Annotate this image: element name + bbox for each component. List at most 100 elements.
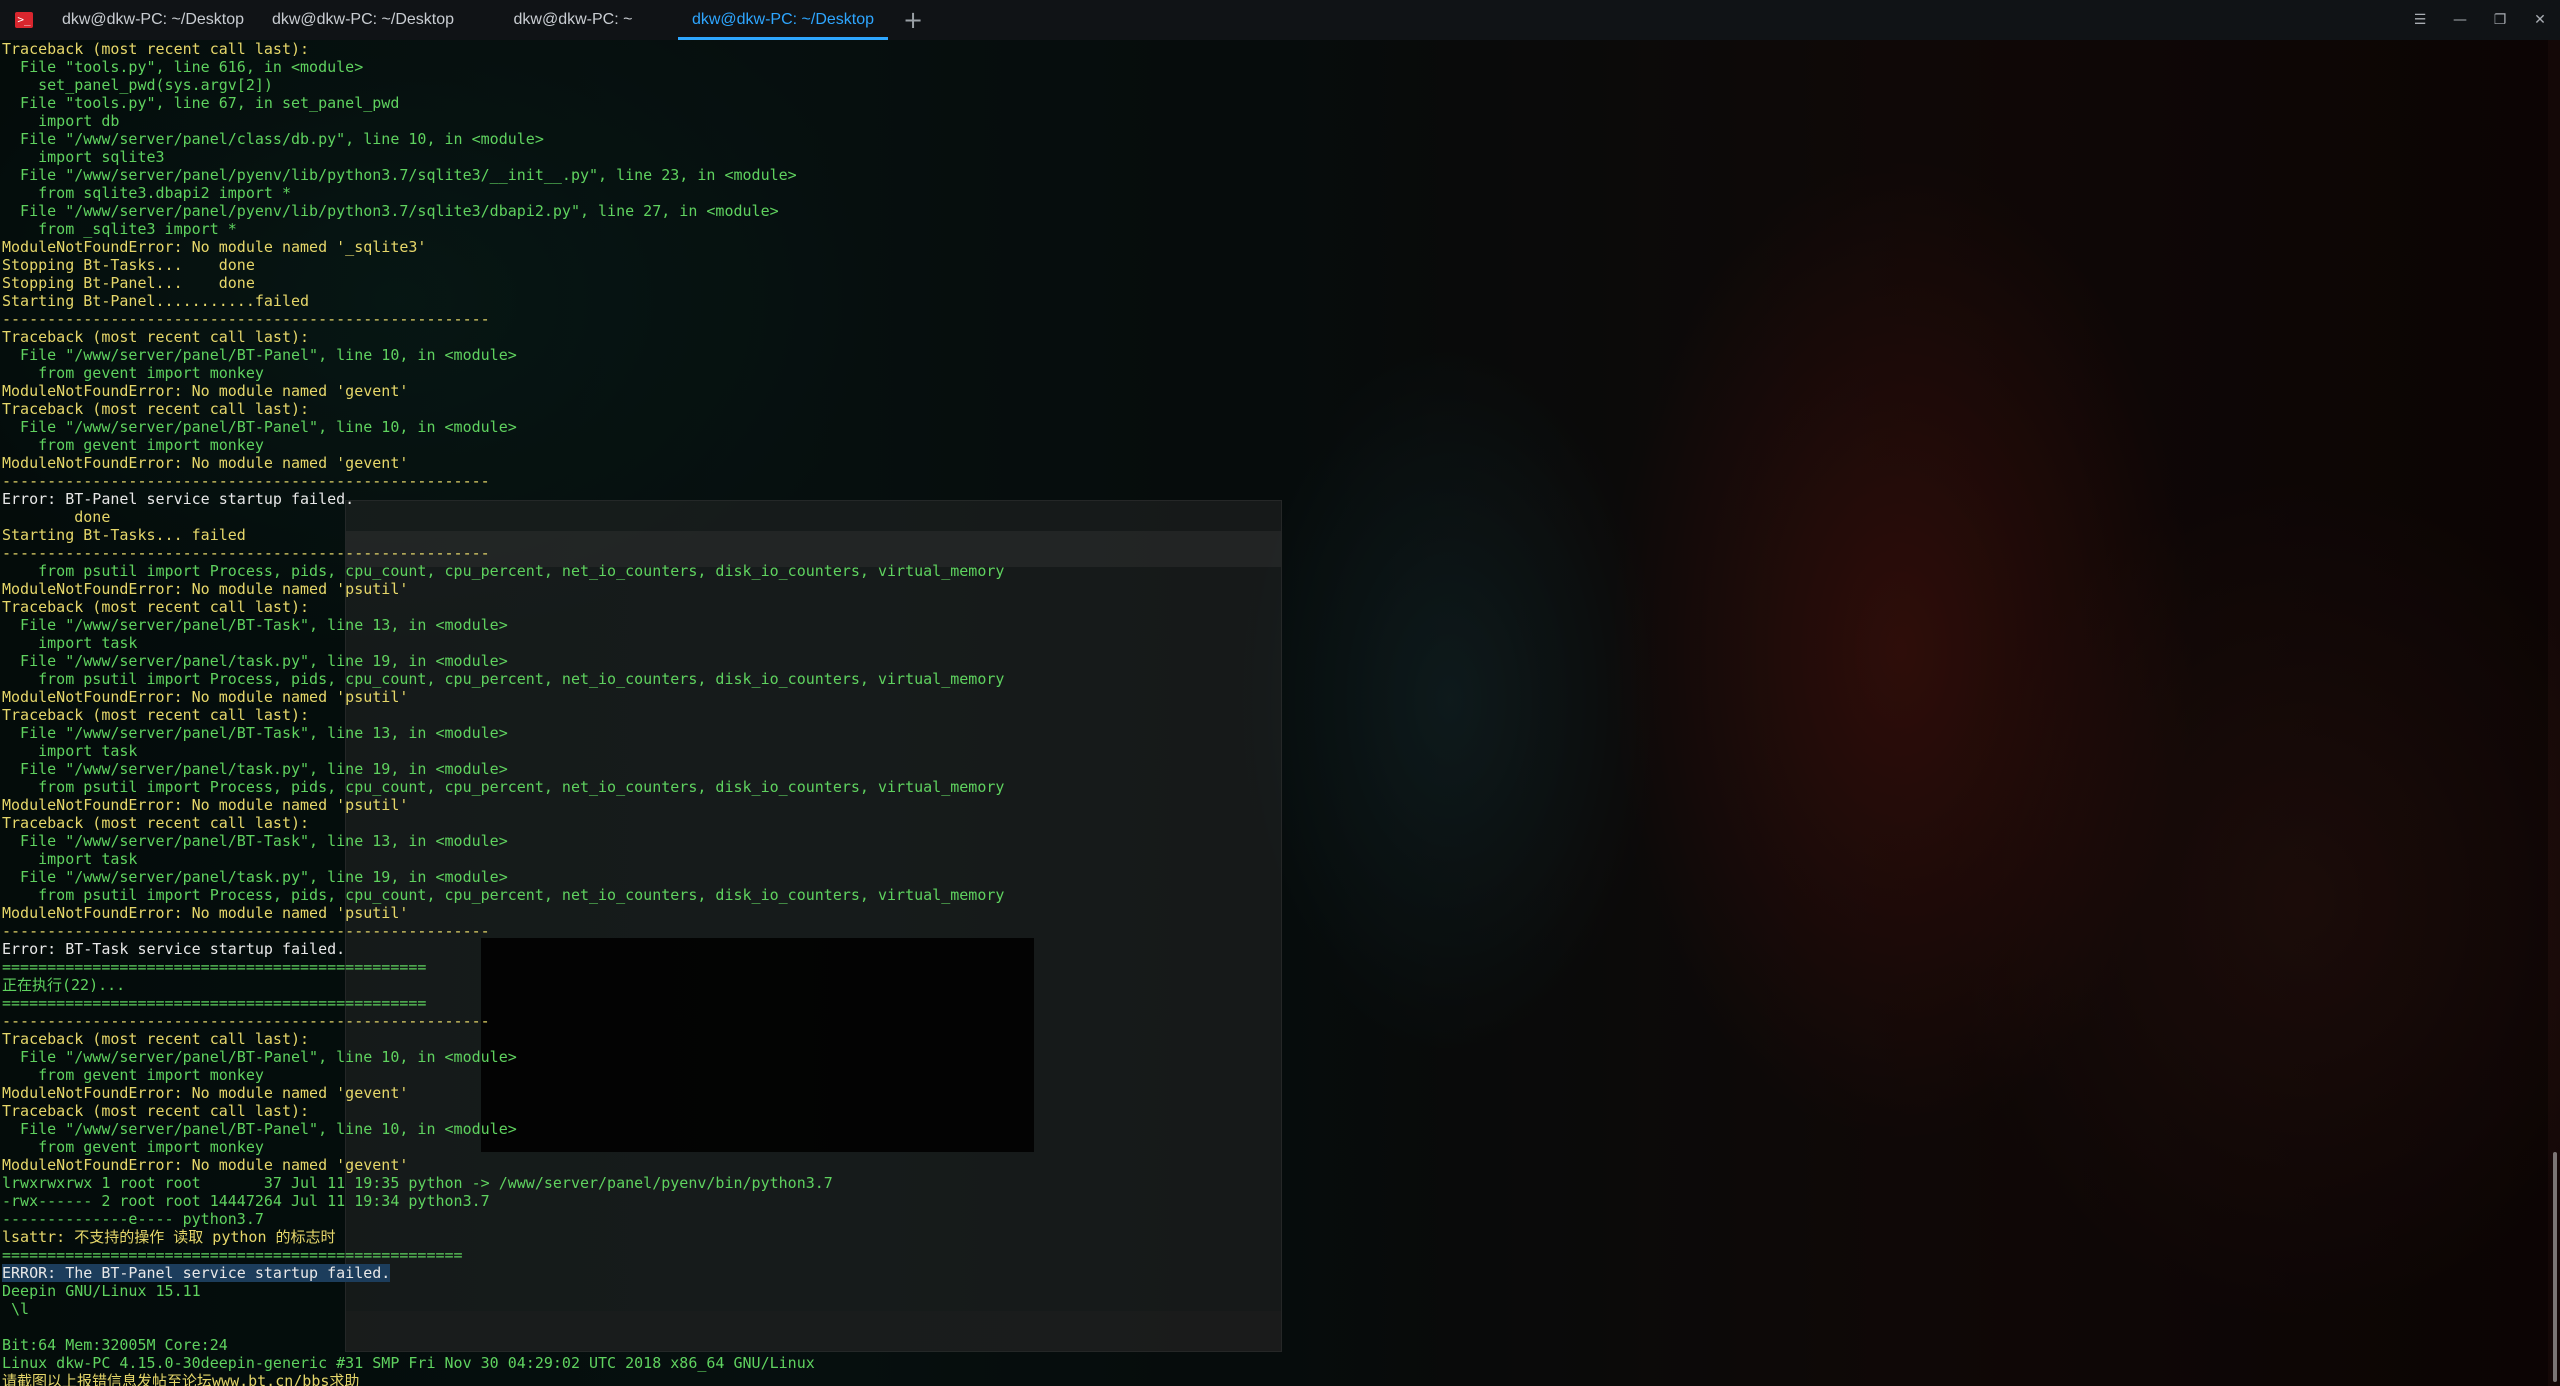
terminal-line: from gevent import monkey (2, 436, 264, 454)
terminal-line: Stopping Bt-Tasks... done (2, 256, 255, 274)
terminal-line: Error: BT-Panel service startup failed. (2, 490, 355, 508)
terminal-text[interactable]: Traceback (most recent call last): File … (0, 40, 2548, 1386)
terminal-line: Traceback (most recent call last): (2, 40, 310, 58)
terminal-line: File "tools.py", line 67, in set_panel_p… (2, 94, 400, 112)
terminal-line: File "/www/server/panel/BT-Task", line 1… (2, 724, 508, 742)
terminal-line: File "/www/server/panel/BT-Panel", line … (2, 346, 517, 364)
terminal-line: ModuleNotFoundError: No module named 'ps… (2, 688, 409, 706)
terminal-line: ERROR: The BT-Panel service startup fail… (2, 1264, 391, 1282)
terminal-line: ModuleNotFoundError: No module named 'ps… (2, 580, 409, 598)
minimize-button[interactable]: — (2440, 0, 2480, 40)
terminal-line: Traceback (most recent call last): (2, 328, 310, 346)
terminal-line: Starting Bt-Panel...........failed (2, 292, 310, 310)
terminal-line: File "/www/server/panel/BT-Panel", line … (2, 1048, 517, 1066)
tab-label: dkw@dkw-PC: ~ (513, 11, 633, 28)
terminal-line: Traceback (most recent call last): (2, 1102, 310, 1120)
terminal-line: lsattr: 不支持的操作 读取 python 的标志时 (2, 1228, 336, 1246)
terminal-line: 请截图以上报错信息发帖至论坛www.bt.cn/bbs求助 (2, 1372, 360, 1386)
terminal-line: import db (2, 112, 120, 130)
restore-icon: ❐ (2493, 12, 2507, 28)
terminal-line: Starting Bt-Tasks... failed (2, 526, 246, 544)
terminal-line: Stopping Bt-Panel... done (2, 274, 255, 292)
window-controls: ☰ — ❐ ✕ (2400, 0, 2560, 40)
terminal-scrollbar[interactable] (2548, 40, 2560, 1386)
terminal-line: import task (2, 742, 138, 760)
close-button[interactable]: ✕ (2520, 0, 2560, 40)
terminal-line: from _sqlite3 import * (2, 220, 237, 238)
terminal-line: -rwx------ 2 root root 14447264 Jul 11 1… (2, 1192, 490, 1210)
terminal-line: Traceback (most recent call last): (2, 814, 310, 832)
tab-home[interactable]: dkw@dkw-PC: ~ (468, 0, 678, 40)
terminal-line: ModuleNotFoundError: No module named 'ge… (2, 454, 409, 472)
add-tab-button[interactable]: + (888, 0, 938, 40)
terminal-line: from gevent import monkey (2, 364, 264, 382)
terminal-line: File "/www/server/panel/task.py", line 1… (2, 760, 508, 778)
terminal-line: Deepin GNU/Linux 15.11 (2, 1282, 201, 1300)
terminal-line: ========================================… (2, 1246, 463, 1264)
terminal-output[interactable]: Traceback (most recent call last): File … (0, 40, 2548, 1386)
terminal-line: File "/www/server/panel/BT-Task", line 1… (2, 832, 508, 850)
terminal-line: import task (2, 634, 138, 652)
terminal-line: Traceback (most recent call last): (2, 598, 310, 616)
close-icon: ✕ (2534, 12, 2546, 28)
terminal-line: 正在执行(22)... (2, 976, 126, 994)
terminal-line: \l (2, 1300, 30, 1318)
terminal-line: ModuleNotFoundError: No module named 'ge… (2, 1156, 409, 1174)
scrollbar-thumb[interactable] (2553, 1152, 2557, 1382)
terminal-line: lrwxrwxrwx 1 root root 37 Jul 11 19:35 p… (2, 1174, 833, 1192)
terminal-app-icon[interactable]: >_ (0, 0, 48, 40)
terminal-line: set_panel_pwd(sys.argv[2]) (2, 76, 273, 94)
terminal-line: File "/www/server/panel/BT-Panel", line … (2, 418, 517, 436)
maximize-button[interactable]: ❐ (2480, 0, 2520, 40)
menu-button[interactable]: ☰ (2400, 0, 2440, 40)
terminal-line: File "/www/server/panel/class/db.py", li… (2, 130, 544, 148)
terminal-line: ModuleNotFoundError: No module named 'ge… (2, 1084, 409, 1102)
terminal-line: from psutil import Process, pids, cpu_co… (2, 886, 1005, 904)
terminal-tab-bar: >_ dkw@dkw-PC: ~/Desktop dkw@dkw-PC: ~/D… (0, 0, 2560, 40)
terminal-logo-icon: >_ (15, 12, 33, 28)
tab-desktop-1[interactable]: dkw@dkw-PC: ~/Desktop (48, 0, 258, 40)
terminal-line: Linux dkw-PC 4.15.0-30deepin-generic #31… (2, 1354, 815, 1372)
terminal-line: from psutil import Process, pids, cpu_co… (2, 778, 1005, 796)
terminal-line: Error: BT-Task service startup failed. (2, 940, 346, 958)
tab-desktop-active[interactable]: dkw@dkw-PC: ~/Desktop (678, 0, 888, 40)
terminal-line: ModuleNotFoundError: No module named '_s… (2, 238, 427, 256)
terminal-line: from psutil import Process, pids, cpu_co… (2, 562, 1005, 580)
terminal-line: File "/www/server/panel/pyenv/lib/python… (2, 166, 797, 184)
terminal-line: from sqlite3.dbapi2 import * (2, 184, 291, 202)
terminal-line: ========================================… (2, 958, 427, 976)
terminal-line: ----------------------------------------… (2, 1012, 490, 1030)
terminal-line: ----------------------------------------… (2, 544, 490, 562)
terminal-line: from gevent import monkey (2, 1066, 264, 1084)
tab-label: dkw@dkw-PC: ~/Desktop (61, 11, 245, 28)
tab-label: dkw@dkw-PC: ~/Desktop (691, 11, 875, 28)
terminal-line: --------------e---- python3.7 (2, 1210, 264, 1228)
terminal-line: from psutil import Process, pids, cpu_co… (2, 670, 1005, 688)
terminal-line: Traceback (most recent call last): (2, 400, 310, 418)
terminal-line: ========================================… (2, 994, 427, 1012)
terminal-line: ----------------------------------------… (2, 310, 490, 328)
terminal-line: Traceback (most recent call last): (2, 1030, 310, 1048)
terminal-line: done (2, 508, 111, 526)
terminal-line: from gevent import monkey (2, 1138, 264, 1156)
terminal-line: ModuleNotFoundError: No module named 'ps… (2, 796, 409, 814)
terminal-line: File "tools.py", line 616, in <module> (2, 58, 364, 76)
terminal-line: Traceback (most recent call last): (2, 706, 310, 724)
terminal-line: File "/www/server/panel/task.py", line 1… (2, 868, 508, 886)
plus-icon: + (902, 6, 924, 34)
terminal-line: import task (2, 850, 138, 868)
terminal-line: File "/www/server/panel/task.py", line 1… (2, 652, 508, 670)
minimize-icon: — (2453, 12, 2467, 28)
tab-desktop-2[interactable]: dkw@dkw-PC: ~/Desktop (258, 0, 468, 40)
terminal-line: import sqlite3 (2, 148, 165, 166)
tab-label: dkw@dkw-PC: ~/Desktop (271, 11, 455, 28)
terminal-line: File "/www/server/panel/BT-Panel", line … (2, 1120, 517, 1138)
terminal-line: ModuleNotFoundError: No module named 'ge… (2, 382, 409, 400)
terminal-line: Bit:64 Mem:32005M Core:24 (2, 1336, 228, 1354)
terminal-line: ----------------------------------------… (2, 472, 490, 490)
terminal-line: File "/www/server/panel/pyenv/lib/python… (2, 202, 779, 220)
terminal-line: ModuleNotFoundError: No module named 'ps… (2, 904, 409, 922)
hamburger-menu-icon: ☰ (2413, 12, 2427, 28)
terminal-line: File "/www/server/panel/BT-Task", line 1… (2, 616, 508, 634)
